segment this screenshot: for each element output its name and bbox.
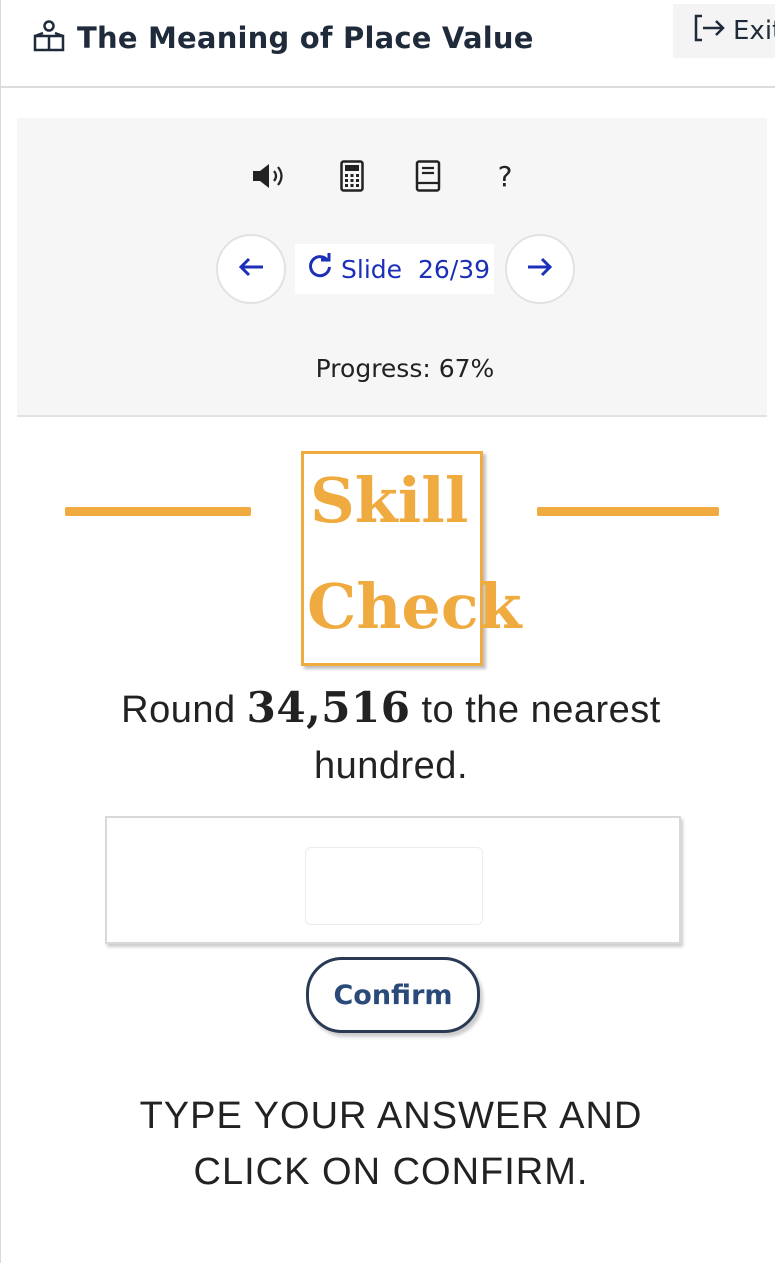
slide-indicator[interactable]: Slide 26/39	[295, 244, 494, 294]
progress-text: Progress: 67%	[315, 354, 495, 383]
heading-line-left	[65, 507, 251, 516]
answer-box	[105, 816, 681, 944]
previous-slide-button[interactable]	[216, 234, 286, 304]
help-icon[interactable]: ?	[491, 158, 519, 194]
skill-check-title-word2: Check	[307, 570, 522, 643]
slide-counter: 26/39	[418, 254, 491, 284]
question-prefix: Round	[121, 689, 236, 731]
exit-arrow-icon	[693, 13, 727, 50]
reload-icon	[307, 253, 333, 285]
arrow-left-icon	[237, 256, 265, 282]
question-number: 34,516	[246, 683, 411, 732]
slide-label: Slide	[341, 254, 403, 284]
lesson-title: The Meaning of Place Value	[33, 18, 534, 58]
page-title: The Meaning of Place Value	[77, 21, 534, 55]
podium-icon	[33, 20, 65, 56]
toolbar-panel: ? Slide 26/39 Progress: 67%	[17, 118, 767, 417]
app-frame: The Meaning of Place Value Exit	[0, 0, 775, 1263]
calculator-icon[interactable]	[337, 158, 367, 194]
speaker-icon[interactable]	[249, 158, 291, 194]
arrow-right-icon	[526, 256, 554, 282]
next-slide-button[interactable]	[505, 234, 575, 304]
instruction-text: TYPE YOUR ANSWER AND CLICK ON CONFIRM.	[139, 1095, 643, 1193]
notebook-icon[interactable]	[413, 158, 443, 194]
question-text: Round 34,516 to the nearest hundred.	[101, 680, 681, 794]
slide-navigation: Slide 26/39	[17, 232, 767, 308]
confirm-button[interactable]: Confirm	[306, 957, 480, 1033]
heading-line-right	[537, 507, 719, 516]
answer-input[interactable]	[305, 847, 483, 925]
tool-icons: ?	[17, 158, 767, 194]
help-label: ?	[497, 159, 513, 193]
exit-label: Exit	[733, 16, 775, 46]
header-bar: The Meaning of Place Value Exit	[1, 0, 775, 88]
skill-check-title-word1: Skill	[310, 464, 469, 537]
exit-button[interactable]: Exit	[673, 4, 775, 58]
